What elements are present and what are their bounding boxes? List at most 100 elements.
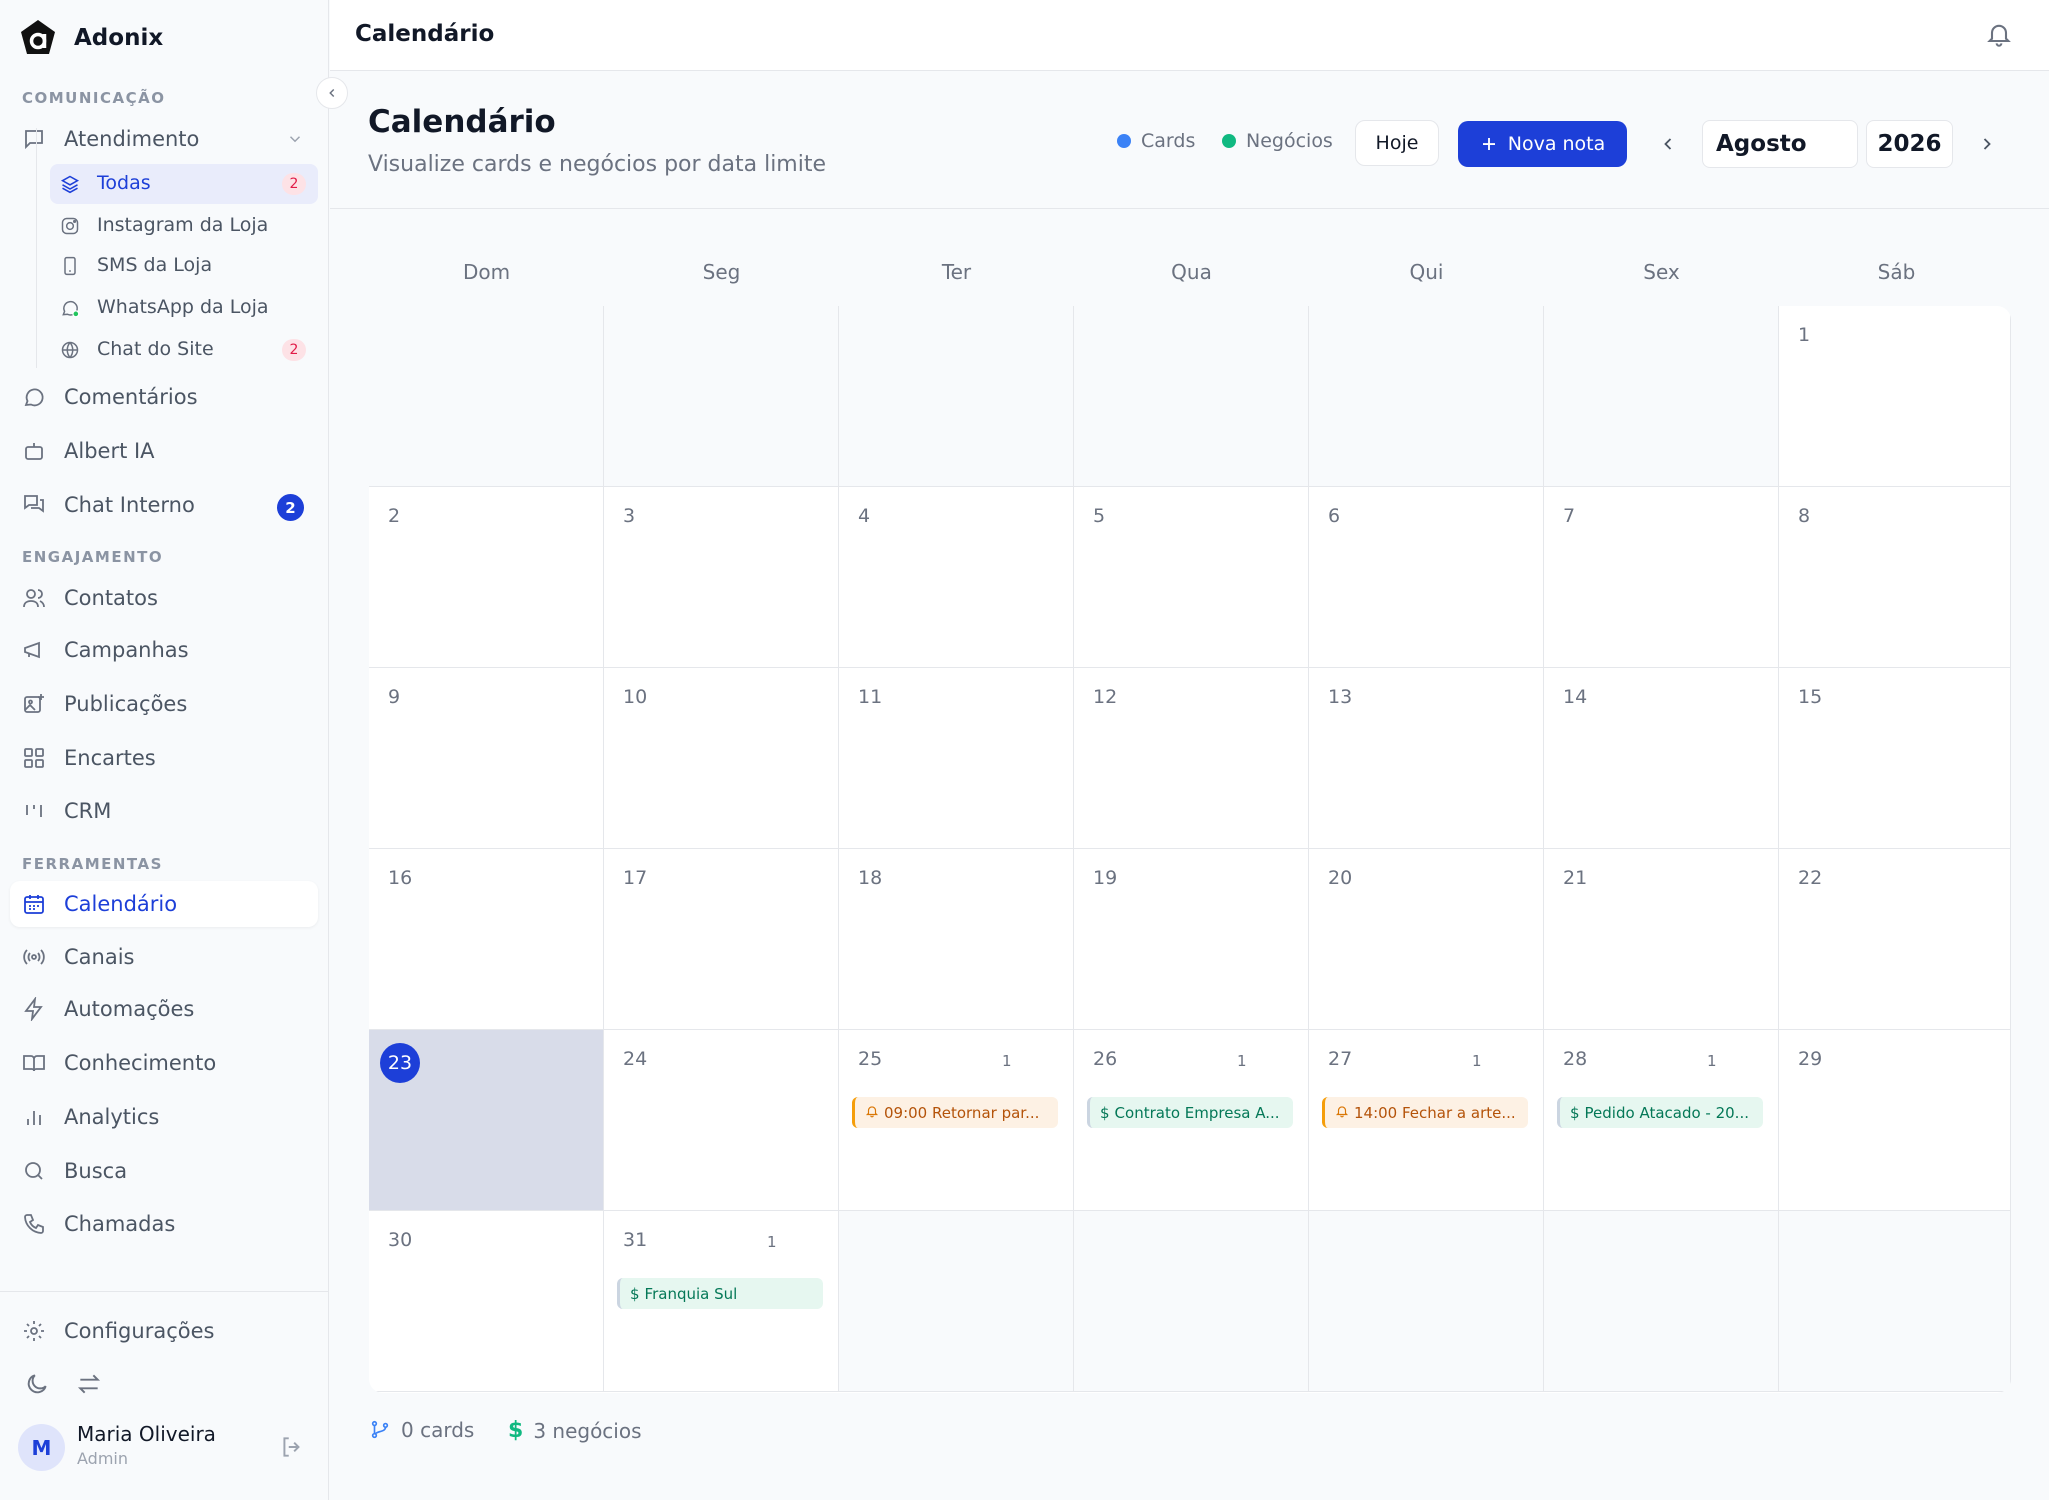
calendar-day-15[interactable]: 15 xyxy=(1779,668,2011,849)
day-number: 9 xyxy=(388,686,401,708)
calendar-day-25[interactable]: 25 1 09:00 Retornar par... xyxy=(839,1030,1074,1211)
message-circle-icon xyxy=(24,388,44,407)
event-count: 1 xyxy=(1707,1052,1717,1070)
sidebar-item-encartes[interactable]: Encartes xyxy=(10,735,318,781)
calendar-day-22[interactable]: 22 xyxy=(1779,849,2011,1030)
avatar[interactable]: M xyxy=(18,1424,65,1471)
sidebar-item-publicacoes[interactable]: Publicações xyxy=(10,681,318,727)
event-title: 14:00 Fechar a arte... xyxy=(1354,1103,1516,1122)
day-number: 31 xyxy=(623,1229,648,1251)
calendar-day-16[interactable]: 16 xyxy=(369,849,604,1030)
sidebar-subitem-chat-site[interactable]: Chat do Site 2 xyxy=(50,330,318,370)
sidebar-subitem-sms[interactable]: SMS da Loja xyxy=(50,246,318,286)
sidebar-item-busca[interactable]: Busca xyxy=(10,1148,318,1194)
today-button[interactable]: Hoje xyxy=(1355,120,1439,166)
card-event[interactable]: 14:00 Fechar a arte... xyxy=(1322,1097,1528,1128)
sidebar-item-label: Calendário xyxy=(64,892,178,916)
day-number: 4 xyxy=(858,505,871,527)
calendar-day-26[interactable]: 26 1 $ Contrato Empresa A... xyxy=(1074,1030,1309,1211)
calendar-day-19[interactable]: 19 xyxy=(1074,849,1309,1030)
calendar-day-1[interactable]: 1 xyxy=(1779,306,2011,487)
prev-month-button[interactable] xyxy=(1654,130,1682,158)
sidebar-item-analytics[interactable]: Analytics xyxy=(10,1094,318,1140)
calendar-day-2[interactable]: 2 xyxy=(369,487,604,668)
event-count: 1 xyxy=(1237,1052,1247,1070)
unread-badge: 2 xyxy=(277,494,304,521)
calendar-day-11[interactable]: 11 xyxy=(839,668,1074,849)
calendar-day-8[interactable]: 8 xyxy=(1779,487,2011,668)
sidebar-item-automacoes[interactable]: Automações xyxy=(10,986,318,1032)
megaphone-icon xyxy=(24,641,40,659)
sidebar-item-label: Comentários xyxy=(64,385,198,409)
calendar-day-6[interactable]: 6 xyxy=(1309,487,1544,668)
day-number: 16 xyxy=(388,867,413,889)
moon-icon[interactable] xyxy=(24,1371,50,1397)
sidebar-item-chamadas[interactable]: Chamadas xyxy=(10,1201,318,1247)
sidebar-item-atendimento[interactable]: Atendimento xyxy=(10,116,318,162)
calendar-day-20[interactable]: 20 xyxy=(1309,849,1544,1030)
calendar-day-30[interactable]: 30 xyxy=(369,1211,604,1392)
calendar-day-29[interactable]: 29 xyxy=(1779,1030,2011,1211)
switch-icon[interactable] xyxy=(76,1371,102,1397)
sidebar-item-conhecimento[interactable]: Conhecimento xyxy=(10,1040,318,1086)
calendar-day-21[interactable]: 21 xyxy=(1544,849,1779,1030)
chevron-down-icon[interactable] xyxy=(286,130,304,148)
calendar-day-17[interactable]: 17 xyxy=(604,849,839,1030)
calendar-empty-cell xyxy=(369,306,604,487)
calendar-day-18[interactable]: 18 xyxy=(839,849,1074,1030)
sidebar-item-canais[interactable]: Canais xyxy=(10,934,318,980)
calendar-day-7[interactable]: 7 xyxy=(1544,487,1779,668)
day-number: 6 xyxy=(1328,505,1341,527)
calendar-day-4[interactable]: 4 xyxy=(839,487,1074,668)
calendar-day-5[interactable]: 5 xyxy=(1074,487,1309,668)
calendar-day-14[interactable]: 14 xyxy=(1544,668,1779,849)
brand[interactable]: Adonix xyxy=(18,18,163,58)
calendar-day-23[interactable]: 23 xyxy=(369,1030,604,1211)
chevron-left-icon xyxy=(1664,138,1672,150)
sidebar-item-campanhas[interactable]: Campanhas xyxy=(10,627,318,673)
deal-event[interactable]: $ Franquia Sul xyxy=(617,1278,823,1309)
calendar-empty-cell xyxy=(604,306,839,487)
calendar-day-31[interactable]: 31 1 $ Franquia Sul xyxy=(604,1211,839,1392)
sidebar-subitem-whatsapp[interactable]: WhatsApp da Loja xyxy=(50,288,318,328)
day-number: 3 xyxy=(623,505,636,527)
calendar-day-24[interactable]: 24 xyxy=(604,1030,839,1211)
sidebar-subitem-todas[interactable]: Todas 2 xyxy=(50,164,318,204)
sidebar-subitem-label: Instagram da Loja xyxy=(97,214,269,236)
calendar-day-28[interactable]: 28 1 $ Pedido Atacado - 20... xyxy=(1544,1030,1779,1211)
git-branch-icon xyxy=(371,1420,389,1439)
sidebar-item-label: Conhecimento xyxy=(64,1051,217,1075)
sidebar-item-contatos[interactable]: Contatos xyxy=(10,575,318,621)
collapse-sidebar-button[interactable] xyxy=(316,77,348,109)
card-event[interactable]: 09:00 Retornar par... xyxy=(852,1097,1058,1128)
bell-icon[interactable] xyxy=(1985,20,2013,48)
event-title: 09:00 Retornar par... xyxy=(884,1103,1040,1122)
calendar-day-27[interactable]: 27 1 14:00 Fechar a arte... xyxy=(1309,1030,1544,1211)
brand-name: Adonix xyxy=(74,25,164,51)
calendar-day-13[interactable]: 13 xyxy=(1309,668,1544,849)
calendar-day-10[interactable]: 10 xyxy=(604,668,839,849)
calendar-day-9[interactable]: 9 xyxy=(369,668,604,849)
sidebar-item-configuracoes[interactable]: Configurações xyxy=(10,1308,318,1354)
next-month-button[interactable] xyxy=(1973,130,2001,158)
deal-event[interactable]: $ Pedido Atacado - 20... xyxy=(1557,1097,1763,1128)
sidebar-subitem-instagram[interactable]: Instagram da Loja xyxy=(50,206,318,246)
day-number: 11 xyxy=(858,686,883,708)
year-select[interactable]: 2026 xyxy=(1866,120,1953,168)
sidebar-item-comentarios[interactable]: Comentários xyxy=(10,374,318,420)
sidebar-item-crm[interactable]: CRM xyxy=(10,788,318,834)
image-plus-icon xyxy=(24,694,44,713)
sidebar-item-chat-interno[interactable]: Chat Interno 2 xyxy=(10,482,318,528)
deal-event[interactable]: $ Contrato Empresa A... xyxy=(1087,1097,1293,1128)
month-select[interactable]: Agosto xyxy=(1702,120,1858,168)
messages-icon xyxy=(24,495,44,513)
calendar-day-12[interactable]: 12 xyxy=(1074,668,1309,849)
sidebar-item-calendario[interactable]: Calendário xyxy=(10,881,318,927)
logout-icon[interactable] xyxy=(279,1434,305,1460)
calendar-day-3[interactable]: 3 xyxy=(604,487,839,668)
day-number: 22 xyxy=(1798,867,1823,889)
sidebar-item-label: Analytics xyxy=(64,1105,160,1129)
section-label-ferramentas: FERRAMENTAS xyxy=(22,855,163,873)
new-note-button[interactable]: Nova nota xyxy=(1458,121,1627,167)
sidebar-item-albert[interactable]: Albert IA xyxy=(10,428,318,474)
